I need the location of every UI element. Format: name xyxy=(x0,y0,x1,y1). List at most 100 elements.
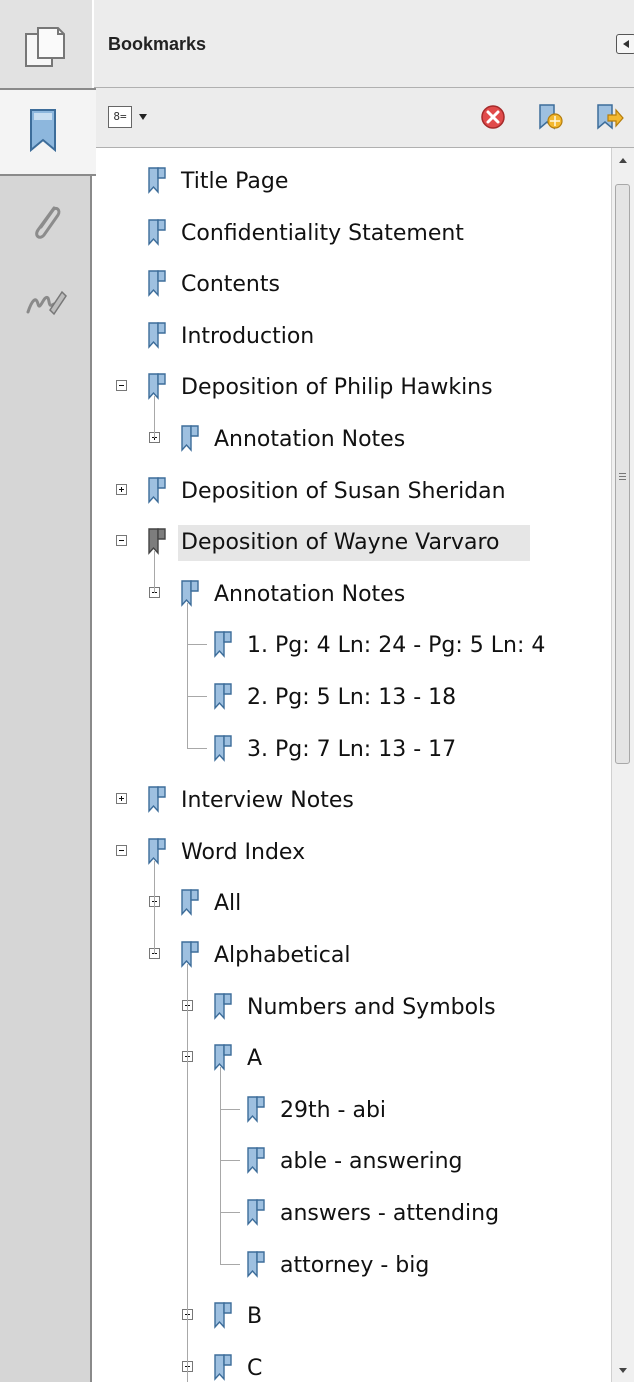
panel-title: Bookmarks xyxy=(108,34,207,54)
pages-icon[interactable] xyxy=(24,24,68,70)
bookmark-label: Introduction xyxy=(181,323,315,349)
bookmark-row[interactable]: able - answering xyxy=(94,1136,611,1184)
bookmark-row[interactable]: 29th - abi xyxy=(94,1085,611,1133)
tree-connector xyxy=(187,602,188,748)
tree-connector xyxy=(220,1108,240,1110)
options-icon: 8= xyxy=(108,106,132,128)
new-bookmark-from-structure-icon[interactable] xyxy=(594,102,624,132)
bookmark-tree: Title Page Confidentiality Statement Conte… xyxy=(94,148,611,1382)
collapse-panel-button[interactable] xyxy=(616,34,634,54)
bookmark-icon xyxy=(146,527,168,556)
bookmark-icon xyxy=(146,269,168,298)
tree-connector xyxy=(187,964,188,1382)
bookmark-icon xyxy=(146,321,168,349)
panel-header: Bookmarks xyxy=(94,0,634,88)
bookmark-icon xyxy=(212,992,234,1020)
bookmark-row[interactable]: Title Page xyxy=(94,156,611,204)
bookmark-label: Interview Notes xyxy=(181,788,354,814)
bookmark-row[interactable]: Deposition of Susan Sheridan xyxy=(94,466,611,514)
collapse-icon[interactable] xyxy=(116,535,127,547)
bookmark-label: Alphabetical xyxy=(214,943,351,968)
scrollbar[interactable] xyxy=(611,148,634,1382)
bookmark-label: Annotation Notes xyxy=(214,427,406,452)
navigation-rail xyxy=(0,0,96,1382)
attachments-icon[interactable] xyxy=(26,200,66,246)
delete-bookmark-icon[interactable] xyxy=(478,102,508,132)
bookmark-row[interactable]: Deposition of Philip Hawkins xyxy=(94,362,611,410)
bookmark-row[interactable]: Confidentiality Statement xyxy=(94,208,611,256)
signatures-icon[interactable] xyxy=(24,282,68,322)
bookmark-icon xyxy=(146,166,168,194)
options-menu-button[interactable]: 8= xyxy=(108,106,154,130)
tree-connector xyxy=(187,747,207,749)
bookmark-label: Deposition of Susan Sheridan xyxy=(181,478,506,504)
bookmark-row[interactable]: C xyxy=(94,1343,611,1382)
bookmark-icon xyxy=(212,734,234,762)
bookmark-icon xyxy=(245,1250,267,1278)
bookmark-row[interactable]: Introduction xyxy=(94,311,611,359)
bookmark-label: attorney - big xyxy=(280,1252,430,1278)
bookmark-row[interactable]: Contents xyxy=(94,259,611,307)
collapse-icon[interactable] xyxy=(116,380,127,392)
bookmark-label: Title Page xyxy=(181,169,289,194)
bookmark-label: 1. Pg: 4 Ln: 24 - Pg: 5 Ln: 4 xyxy=(247,633,546,659)
bookmark-row[interactable]: 1. Pg: 4 Ln: 24 - Pg: 5 Ln: 4 xyxy=(94,620,611,668)
tree-connector xyxy=(154,396,155,438)
scroll-down-button[interactable] xyxy=(612,1358,634,1382)
bookmark-row[interactable]: answers - attending xyxy=(94,1188,611,1236)
bookmark-icon xyxy=(179,940,201,968)
chevron-down-icon xyxy=(139,114,147,120)
bookmark-icon xyxy=(245,1198,267,1226)
bookmark-label: Deposition of Philip Hawkins xyxy=(181,375,493,401)
bookmark-icon xyxy=(179,424,201,452)
bookmark-row[interactable]: B xyxy=(94,1291,611,1339)
bookmark-icon xyxy=(212,1353,234,1381)
bookmark-row[interactable]: All xyxy=(94,878,611,926)
bookmark-icon xyxy=(146,476,168,504)
bookmark-row[interactable]: A xyxy=(94,1033,611,1081)
new-bookmark-icon[interactable] xyxy=(534,102,564,132)
bookmark-label: Deposition of Wayne Varvaro xyxy=(178,525,530,562)
scroll-up-button[interactable] xyxy=(612,148,634,172)
bookmark-icon xyxy=(146,837,168,865)
bookmark-row[interactable]: 3. Pg: 7 Ln: 13 - 17 xyxy=(94,724,611,772)
bookmark-row[interactable]: 2. Pg: 5 Ln: 13 - 18 xyxy=(94,672,611,720)
bookmark-row[interactable]: Interview Notes xyxy=(94,775,611,823)
bookmark-label: Word Index xyxy=(181,839,306,865)
bookmark-label: able - answering xyxy=(280,1149,463,1175)
bookmark-row[interactable]: Word Index xyxy=(94,827,611,875)
bookmark-icon xyxy=(179,579,201,607)
expand-icon[interactable] xyxy=(116,793,127,805)
bookmark-row[interactable]: Numbers and Symbols xyxy=(94,982,611,1030)
bookmark-row[interactable]: Annotation Notes xyxy=(94,414,611,462)
bookmark-label: Numbers and Symbols xyxy=(247,994,496,1020)
collapse-icon[interactable] xyxy=(116,844,127,856)
tree-connector xyxy=(220,1263,240,1265)
tree-connector xyxy=(220,1212,240,1213)
bookmark-row[interactable]: Alphabetical xyxy=(94,930,611,978)
bookmark-label: Confidentiality Statement xyxy=(181,220,464,246)
bookmark-label: 3. Pg: 7 Ln: 13 - 17 xyxy=(247,736,457,762)
bookmark-row[interactable]: attorney - big xyxy=(94,1240,611,1288)
bookmark-icon xyxy=(212,1301,234,1330)
expand-icon[interactable] xyxy=(116,483,127,495)
bookmark-label: 29th - abi xyxy=(280,1097,387,1123)
bookmark-label: C xyxy=(247,1355,263,1381)
bookmarks-navigation-pane: Bookmarks 8= Title Page Confidentiality … xyxy=(0,0,634,1382)
bookmark-icon xyxy=(146,218,168,246)
bookmark-label: All xyxy=(214,891,242,917)
bookmark-icon xyxy=(179,888,201,917)
bookmark-label: 2. Pg: 5 Ln: 13 - 18 xyxy=(247,685,457,710)
bookmark-icon xyxy=(146,372,168,401)
bookmark-label: Contents xyxy=(181,272,280,298)
scroll-thumb[interactable] xyxy=(615,184,630,764)
bookmark-icon xyxy=(212,1043,234,1072)
bookmarks-tab[interactable] xyxy=(0,88,96,176)
bookmark-label: Annotation Notes xyxy=(214,581,406,607)
bookmark-row[interactable]: Deposition of Wayne Varvaro xyxy=(94,517,611,565)
bookmark-label: A xyxy=(247,1046,263,1072)
bookmark-row[interactable]: Annotation Notes xyxy=(94,569,611,617)
tree-connector xyxy=(220,1160,240,1162)
bookmarks-icon xyxy=(28,108,58,156)
tree-connector xyxy=(220,1067,221,1264)
